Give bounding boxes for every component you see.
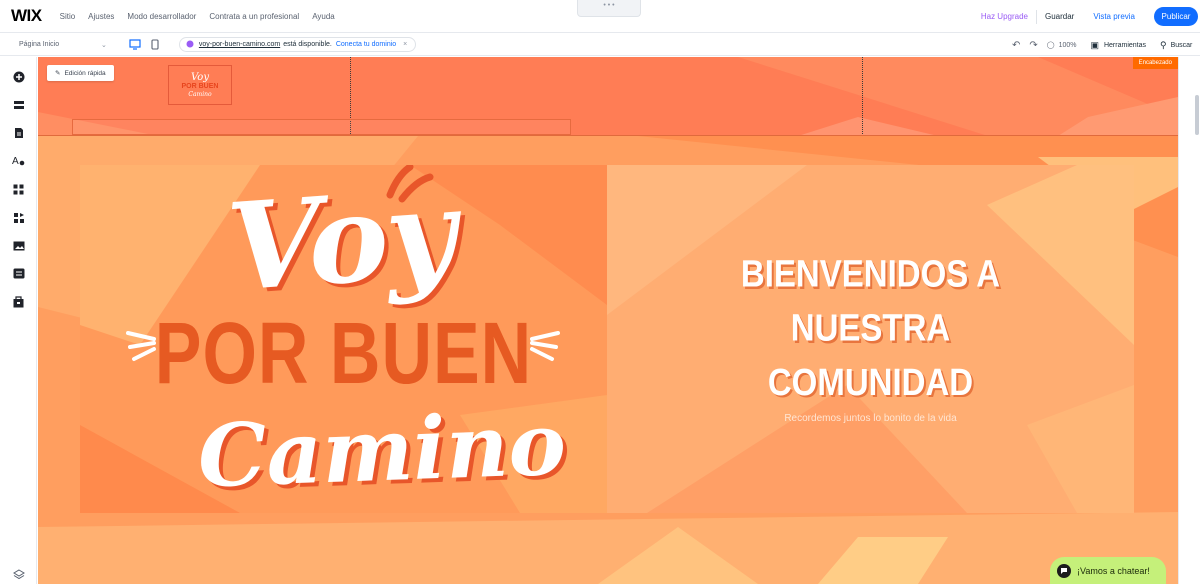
domain-name[interactable]: voy-por-buen-camino.com	[199, 41, 280, 48]
hero-logo-panel[interactable]: Voy POR BUEN Camino	[80, 165, 607, 513]
welcome-line-1: BIENVENIDOS A	[740, 252, 1001, 295]
search-icon: ⚲	[1160, 39, 1167, 50]
page-selector[interactable]: Página Inicio	[19, 41, 101, 48]
tools-button[interactable]: ▣ Herramientas	[1090, 40, 1146, 51]
welcome-heading: BIENVENIDOS A NUESTRA COMUNIDAD	[607, 246, 1134, 408]
svg-text:A: A	[12, 156, 19, 166]
zoom-control[interactable]: ◯ 100%	[1046, 41, 1077, 50]
chat-label: ¡Vamos a chatear!	[1077, 565, 1150, 576]
close-icon[interactable]: ×	[403, 41, 407, 48]
upgrade-link[interactable]: Haz Upgrade	[981, 12, 1028, 21]
hero-title-voy: Voy	[223, 165, 459, 319]
editor-canvas[interactable]: ✎ Edición rápida Voy POR BUEN Camino Enc…	[38, 57, 1178, 584]
menu-help[interactable]: Ayuda	[312, 12, 335, 21]
domain-banner: voy-por-buen-camino.com está disponible.…	[178, 37, 417, 52]
hero-welcome-panel[interactable]: BIENVENIDOS A NUESTRA COMUNIDAD Recordem…	[607, 165, 1134, 513]
right-gutter	[1178, 57, 1200, 584]
chat-button[interactable]: ¡Vamos a chatear!	[1050, 557, 1166, 584]
divider	[1035, 9, 1037, 24]
left-sidebar: A	[0, 57, 37, 584]
menu-dev-mode[interactable]: Modo desarrollador	[127, 12, 196, 21]
pages-icon[interactable]	[12, 126, 25, 139]
editor-toolbar: Página Inicio ⌄ voy-por-buen-camino.com …	[0, 34, 1200, 56]
quick-edit-label: Edición rápida	[64, 69, 106, 77]
publish-button[interactable]: Publicar	[1154, 7, 1198, 26]
design-icon[interactable]: A	[12, 154, 25, 167]
domain-status: está disponible.	[283, 41, 332, 48]
grid-guide	[862, 57, 863, 135]
search-label: Buscar	[1170, 41, 1193, 49]
collapse-toolbar-handle[interactable]: • • •	[577, 0, 641, 17]
top-right-actions: Haz Upgrade Guardar Vista previa Publica…	[981, 0, 1200, 33]
toolbar-right: ↶ ↷ ◯ 100% ▣ Herramientas ⚲ Buscar	[1012, 34, 1200, 56]
cms-icon[interactable]	[12, 267, 25, 280]
quick-edit-button[interactable]: ✎ Edición rápida	[47, 65, 114, 81]
site-header[interactable]: ✎ Edición rápida Voy POR BUEN Camino Enc…	[38, 57, 1178, 136]
gift-icon	[186, 40, 194, 50]
wix-editor: WIX Sitio Ajustes Modo desarrollador Con…	[0, 0, 1200, 584]
search-button[interactable]: ⚲ Buscar	[1160, 40, 1200, 51]
preview-button[interactable]: Vista previa	[1093, 12, 1135, 21]
chevron-down-icon[interactable]: ⌄	[101, 41, 107, 49]
header-logo[interactable]: Voy POR BUEN Camino	[168, 65, 232, 105]
logo-text-camino: Camino	[188, 90, 212, 98]
header-section-badge[interactable]: Encabezado	[1132, 57, 1178, 69]
pencil-icon: ✎	[55, 70, 61, 77]
hero-tagline: Recordemos juntos lo bonito de la vida	[784, 413, 957, 424]
apps-icon[interactable]	[12, 183, 25, 196]
welcome-line-3: COMUNIDAD	[767, 360, 974, 403]
top-menu-bar: WIX Sitio Ajustes Modo desarrollador Con…	[0, 0, 1200, 33]
media-icon[interactable]	[12, 239, 25, 252]
scrollbar-thumb[interactable]	[1195, 95, 1199, 135]
chat-bubble-icon	[1057, 563, 1071, 578]
business-icon[interactable]	[12, 211, 25, 224]
tools-label: Herramientas	[1103, 41, 1146, 49]
logo-text-voy: Voy	[191, 71, 209, 83]
save-button[interactable]: Guardar	[1045, 12, 1074, 21]
welcome-line-2: NUESTRA	[790, 306, 951, 349]
navigation-menu[interactable]	[72, 119, 571, 135]
wix-logo[interactable]: WIX	[11, 6, 42, 26]
logo-text-por-buen: POR BUEN	[181, 82, 219, 90]
undo-icon[interactable]: ↶	[1012, 40, 1020, 51]
portfolio-icon[interactable]	[12, 295, 25, 308]
tools-icon: ▣	[1090, 39, 1099, 50]
hero-title-camino: Camino	[196, 393, 568, 508]
desktop-view-icon[interactable]	[129, 39, 141, 51]
menu-site[interactable]: Sitio	[60, 12, 76, 21]
layers-icon[interactable]	[12, 568, 25, 581]
add-icon[interactable]	[12, 70, 25, 83]
zoom-level: 100%	[1058, 41, 1077, 49]
menu-settings[interactable]: Ajustes	[88, 12, 114, 21]
mobile-view-icon[interactable]	[149, 39, 161, 51]
connect-domain-link[interactable]: Conecta tu dominio	[336, 41, 396, 48]
sections-icon[interactable]	[12, 98, 25, 111]
menu-hire-pro[interactable]: Contrata a un profesional	[209, 12, 299, 21]
redo-icon[interactable]: ↷	[1029, 40, 1037, 51]
zoom-icon: ◯	[1046, 42, 1055, 49]
hero-title-por-buen: POR BUEN	[154, 304, 533, 402]
